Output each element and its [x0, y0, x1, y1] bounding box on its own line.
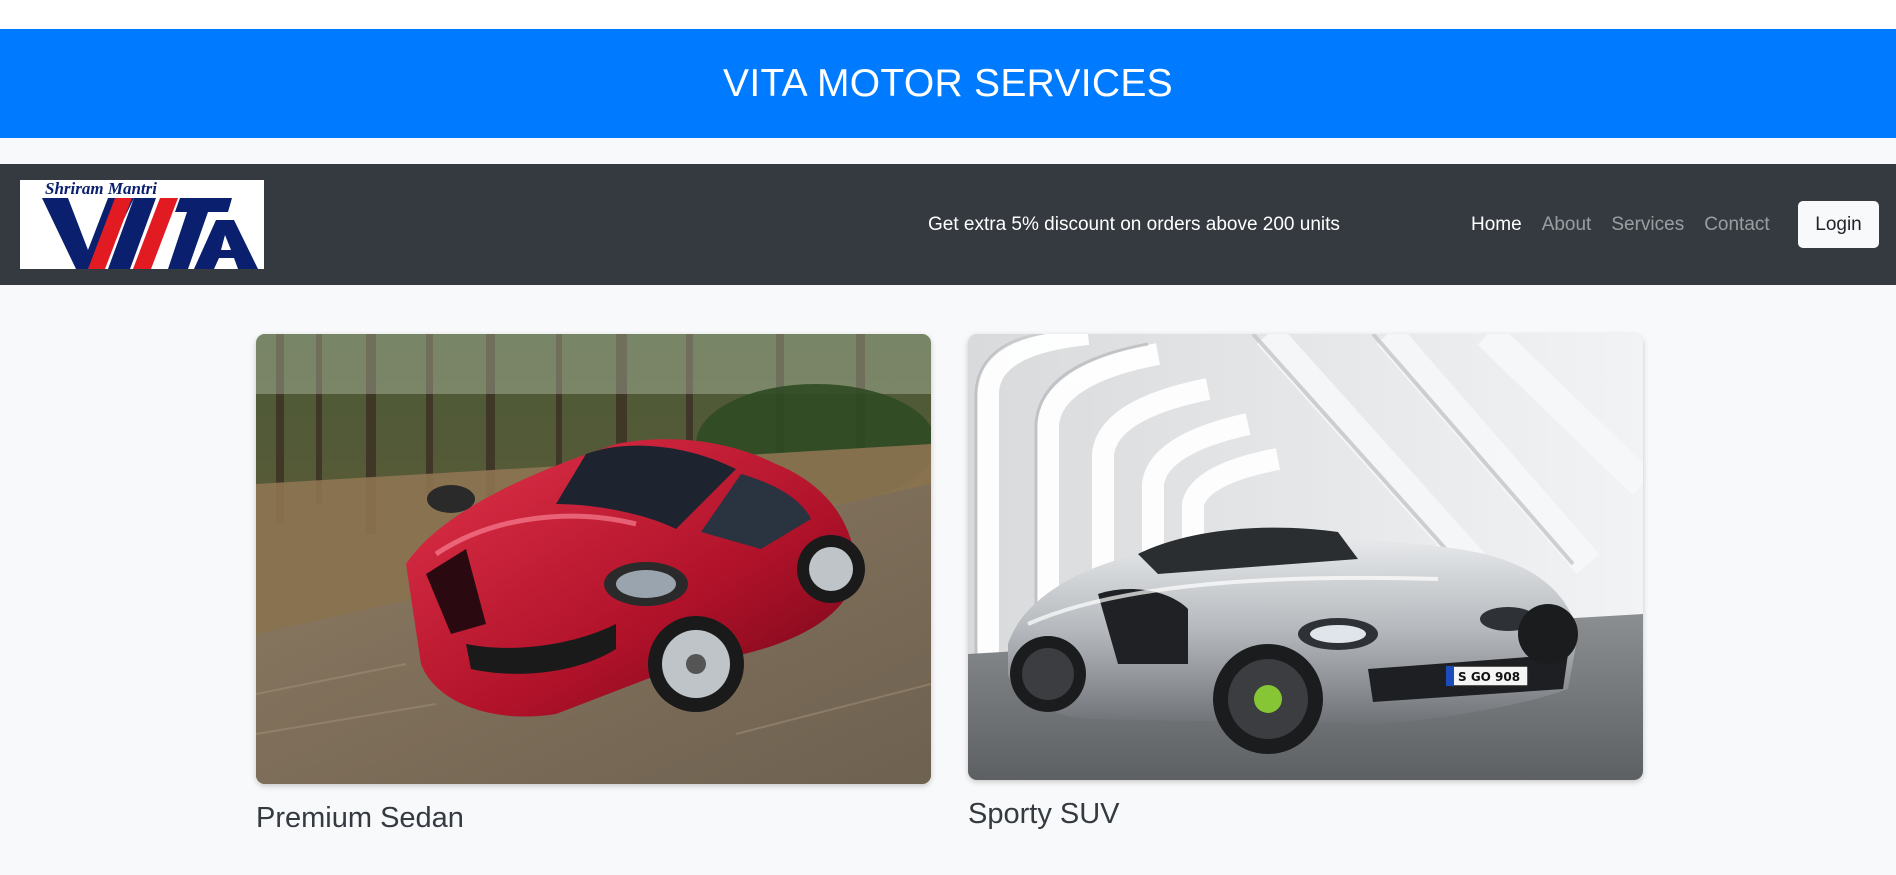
promo-text: Get extra 5% discount on orders above 20… — [928, 213, 1340, 235]
silver-car-illustration: S GO 908 — [968, 334, 1643, 780]
login-button[interactable]: Login — [1798, 201, 1879, 248]
site-banner: VITA MOTOR SERVICES — [0, 29, 1896, 138]
vita-logo-graphic: Shriram Mantri — [20, 180, 264, 269]
nav-about-link[interactable]: About — [1542, 214, 1592, 236]
product-card[interactable]: Premium Sedan — [256, 334, 931, 835]
nav-contact-link[interactable]: Contact — [1704, 214, 1769, 236]
banner-spacer — [0, 138, 1896, 164]
card-image-red-car[interactable] — [256, 334, 931, 784]
license-plate-text: S GO 908 — [1458, 670, 1520, 684]
nav-home-link[interactable]: Home — [1471, 214, 1522, 236]
card-title[interactable]: Premium Sedan — [256, 802, 931, 835]
main-content: Premium Sedan S GO 908 Sporty SUV — [0, 285, 1896, 875]
navbar: Shriram Mantri Get extra 5% discount on … — [0, 164, 1896, 285]
card-image-silver-car[interactable]: S GO 908 — [968, 334, 1643, 780]
product-card[interactable]: S GO 908 Sporty SUV — [968, 334, 1643, 831]
nav-links: Home About Services Contact — [1471, 214, 1790, 236]
brand-logo[interactable]: Shriram Mantri — [20, 180, 264, 269]
nav-services-link[interactable]: Services — [1611, 214, 1684, 236]
top-spacer — [0, 0, 1896, 29]
card-title[interactable]: Sporty SUV — [968, 798, 1643, 831]
red-car-illustration — [256, 334, 931, 784]
logo-top-text: Shriram Mantri — [45, 180, 157, 198]
site-title: VITA MOTOR SERVICES — [723, 61, 1173, 105]
